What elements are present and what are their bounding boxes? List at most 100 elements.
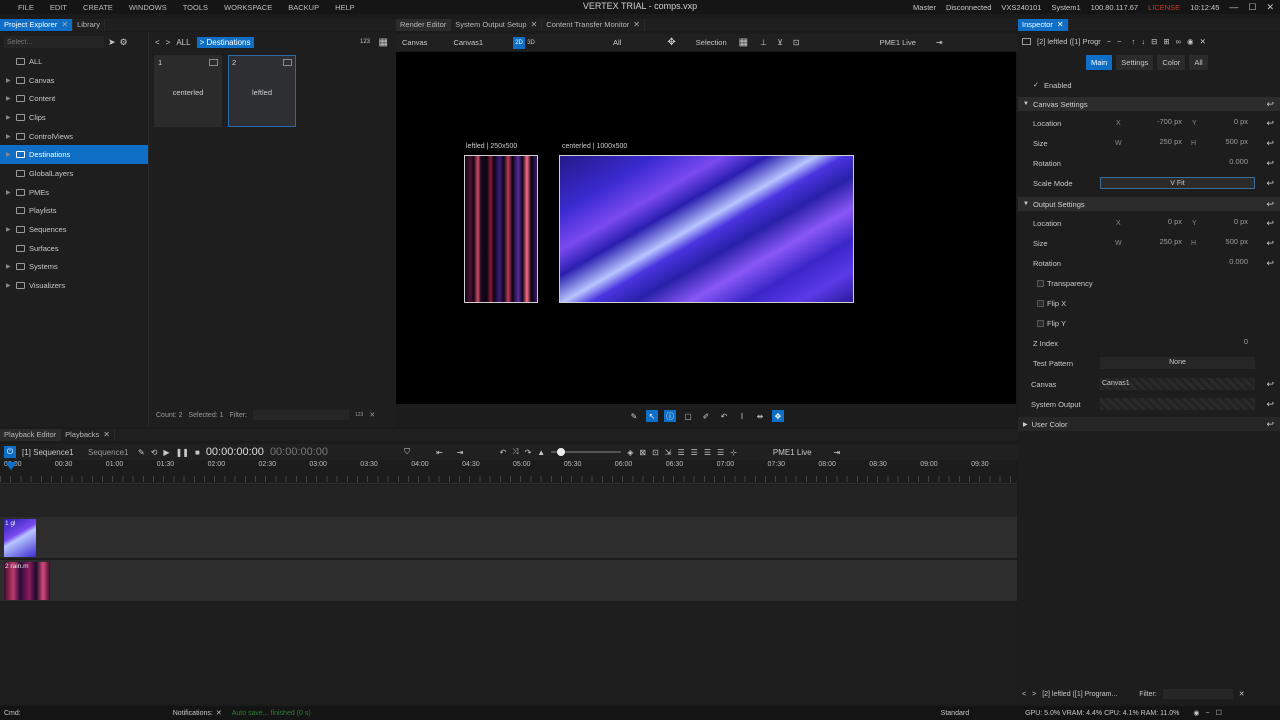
- pin-icon[interactable]: ⇥: [834, 448, 841, 457]
- system-output-select[interactable]: [1100, 398, 1255, 410]
- undo-icon[interactable]: ↩: [1266, 178, 1274, 189]
- window-max-icon[interactable]: ☐: [1216, 709, 1222, 717]
- pin-icon[interactable]: ✕: [1200, 37, 1206, 46]
- edit-icon[interactable]: ✎: [138, 448, 145, 457]
- tab-library[interactable]: Library: [73, 19, 105, 31]
- speaker-icon[interactable]: ◈: [627, 448, 633, 457]
- undo-icon[interactable]: ↩: [1266, 138, 1274, 149]
- crosshair-icon[interactable]: ✥: [772, 410, 784, 422]
- fit-icon[interactable]: ⊠: [639, 448, 646, 457]
- tree-item[interactable]: ▶ Canvas: [0, 71, 148, 90]
- window-min-icon[interactable]: −: [1206, 710, 1210, 717]
- expand-arrow-icon[interactable]: ▶: [6, 189, 12, 196]
- mode-2d-button[interactable]: 2D: [513, 36, 526, 49]
- clear-filter-icon[interactable]: ✕: [369, 411, 375, 419]
- output-x-field[interactable]: 0 px: [1126, 217, 1182, 229]
- snap-icon[interactable]: ⊥: [760, 38, 767, 47]
- undo-icon[interactable]: ↩: [1266, 238, 1274, 249]
- undo-icon[interactable]: ↩: [1266, 99, 1274, 110]
- subtab-main[interactable]: Main: [1086, 55, 1113, 70]
- canvas-width-field[interactable]: 250 px: [1126, 137, 1182, 149]
- user-color-header[interactable]: ▶ User Color ↩: [1018, 417, 1280, 431]
- clear-filter-icon[interactable]: ✕: [1239, 690, 1245, 698]
- tab-playback-editor[interactable]: Playback Editor: [0, 429, 62, 441]
- tab-inspector[interactable]: Inspector ✕: [1018, 19, 1069, 31]
- tree-item[interactable]: ▶ Systems: [0, 258, 148, 277]
- expand-arrow-icon[interactable]: ▶: [6, 133, 12, 140]
- fit-icon[interactable]: ⊡: [793, 38, 800, 47]
- close-tab-icon[interactable]: ✕: [531, 19, 538, 31]
- transparency-checkbox[interactable]: [1037, 279, 1044, 287]
- output-rotation-field[interactable]: 0.000: [1202, 257, 1248, 269]
- pme-dropdown[interactable]: PME1 Live: [773, 448, 812, 457]
- expand-arrow-icon[interactable]: ▶: [6, 77, 12, 84]
- timeline-track[interactable]: 1 gl: [0, 517, 1017, 559]
- loop-icon[interactable]: ⟲: [151, 448, 158, 457]
- expand-arrow-icon[interactable]: ▶: [6, 226, 12, 233]
- align-right-icon[interactable]: ☰: [704, 448, 711, 457]
- trim-icon[interactable]: ⇲: [665, 448, 672, 457]
- canvas-height-field[interactable]: 500 px: [1202, 137, 1248, 149]
- collapse-icon[interactable]: −: [1117, 37, 1121, 46]
- sequence-dropdown[interactable]: [1] Sequence1: [22, 448, 82, 457]
- undo-icon[interactable]: ↩: [1266, 379, 1274, 390]
- selection-dropdown[interactable]: Selection: [690, 38, 733, 47]
- tree-item[interactable]: ▶ Content: [0, 89, 148, 108]
- close-icon[interactable]: ✕: [1266, 2, 1274, 13]
- back-icon[interactable]: <: [1022, 691, 1026, 698]
- pointer-icon[interactable]: ➤: [108, 37, 116, 48]
- canvas-rotation-field[interactable]: 0.000: [1202, 157, 1248, 169]
- timeline-icon[interactable]: ⊹: [730, 448, 737, 457]
- undo-icon[interactable]: ↩: [1266, 419, 1274, 430]
- layout-icon[interactable]: ⊟: [1151, 37, 1157, 46]
- test-pattern-select[interactable]: None: [1100, 357, 1255, 369]
- scale-mode-select[interactable]: V Fit: [1100, 177, 1255, 189]
- play-icon[interactable]: ▶: [163, 448, 169, 457]
- undo-icon[interactable]: ↶: [718, 410, 730, 422]
- zindex-field[interactable]: 0: [1202, 337, 1248, 349]
- close-tab-icon[interactable]: ✕: [633, 19, 640, 31]
- flipx-checkbox[interactable]: [1037, 299, 1044, 307]
- zoom-slider[interactable]: [551, 448, 622, 456]
- expand-arrow-icon[interactable]: ▶: [6, 263, 12, 270]
- align-icon[interactable]: ⊻: [777, 38, 783, 47]
- tree-item[interactable]: Playlists: [0, 202, 148, 221]
- tree-item[interactable]: ▶ Destinations: [0, 145, 148, 165]
- expand-arrow-icon[interactable]: ▶: [6, 282, 12, 289]
- text-cursor-icon[interactable]: I: [736, 410, 748, 422]
- output-settings-header[interactable]: ▼ Output Settings ↩: [1018, 197, 1280, 211]
- grid-icon[interactable]: ▦: [739, 37, 748, 48]
- destination-card[interactable]: 1 centerled: [154, 55, 222, 127]
- canvas-select[interactable]: Canvas1: [1100, 378, 1255, 390]
- undo-icon[interactable]: ↶: [499, 448, 506, 457]
- size-icon[interactable]: 123: [360, 39, 370, 45]
- eye-icon[interactable]: ◉: [1187, 37, 1194, 46]
- tree-item[interactable]: ▶ Visualizers: [0, 276, 148, 295]
- gear-icon[interactable]: ⚙: [120, 37, 128, 48]
- centerled-surface[interactable]: [559, 155, 854, 303]
- menu-edit[interactable]: EDIT: [42, 3, 75, 12]
- grid-view-icon[interactable]: ▦: [379, 37, 388, 48]
- render-viewport[interactable]: leftled | 250x500 centerled | 1000x500: [396, 52, 1016, 404]
- panel-icon[interactable]: ⊞: [1163, 37, 1169, 46]
- undo-icon[interactable]: ↩: [1266, 158, 1274, 169]
- tree-item[interactable]: ▶ ControlViews: [0, 127, 148, 146]
- prev-marker-icon[interactable]: ⇤: [436, 448, 443, 457]
- edit-icon[interactable]: ✐: [700, 410, 712, 422]
- close-tab-icon[interactable]: ✕: [103, 429, 110, 441]
- close-tab-icon[interactable]: ✕: [1057, 19, 1064, 31]
- undo-icon[interactable]: ↩: [1266, 199, 1274, 210]
- timeline-ruler[interactable]: [0, 460, 1017, 484]
- output-y-field[interactable]: 0 px: [1202, 217, 1248, 229]
- undo-icon[interactable]: ↩: [1266, 399, 1274, 410]
- tree-item[interactable]: ALL: [0, 52, 148, 71]
- sequence-name[interactable]: Sequence1: [88, 448, 132, 457]
- filter-dropdown[interactable]: All: [607, 38, 627, 47]
- expand-arrow-icon[interactable]: ▶: [6, 151, 12, 158]
- undo-icon[interactable]: ↩: [1266, 258, 1274, 269]
- size-icon[interactable]: 123: [355, 412, 363, 418]
- search-input[interactable]: [4, 36, 104, 48]
- subtab-settings[interactable]: Settings: [1116, 55, 1154, 70]
- tree-item[interactable]: ▶ Clips: [0, 108, 148, 127]
- close-tab-icon[interactable]: ✕: [61, 19, 68, 31]
